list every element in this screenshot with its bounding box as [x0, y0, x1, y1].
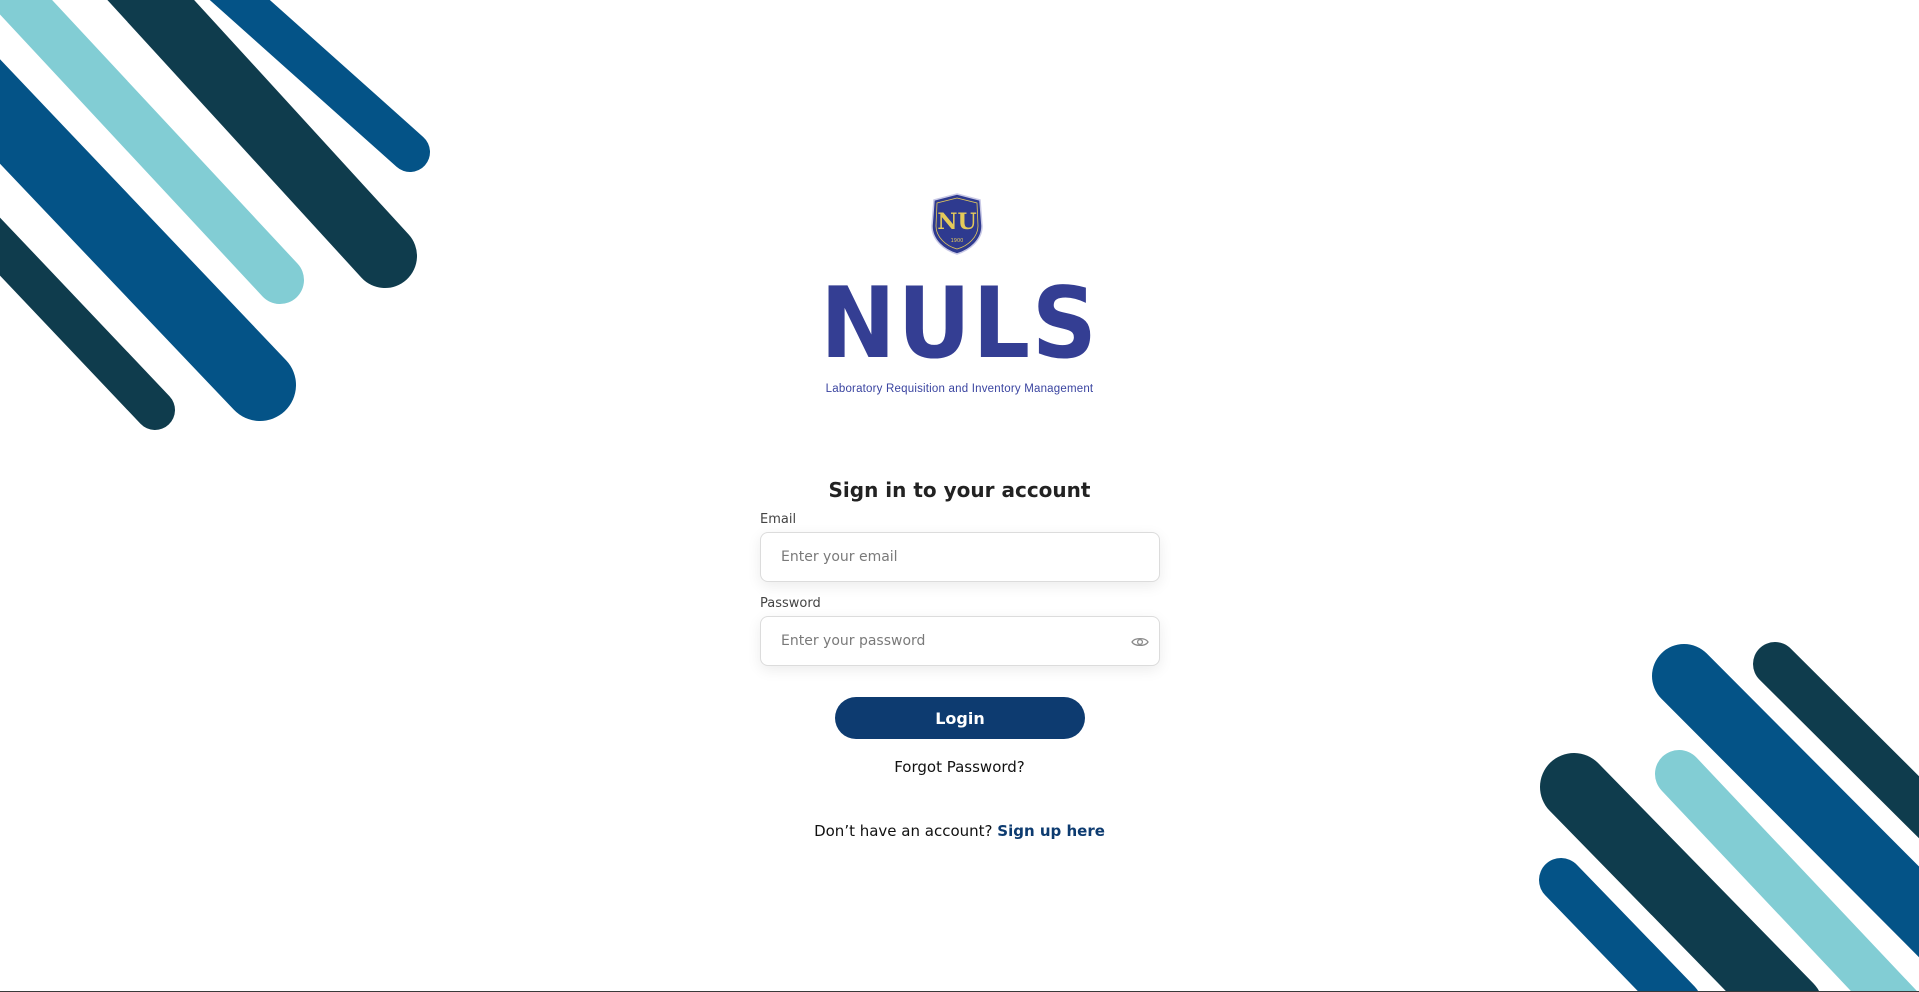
- signup-link[interactable]: Sign up here: [997, 822, 1105, 840]
- password-field[interactable]: [761, 617, 1159, 665]
- brand-subtitle: Laboratory Requisition and Inventory Man…: [825, 383, 1094, 395]
- password-label: Password: [760, 596, 821, 611]
- login-form: Email Password: [760, 512, 1160, 666]
- university-seal-icon: NU 1900: [931, 193, 983, 255]
- password-group: Password: [760, 596, 1160, 666]
- seal-year: 1900: [951, 238, 964, 244]
- brand-title: NULS: [820, 267, 1099, 381]
- decorative-stripes-top-left: [0, 0, 430, 430]
- decorative-stripes-bottom-right: [1539, 642, 1919, 992]
- seal-monogram: NU: [937, 209, 976, 235]
- page-title: Sign in to your account: [828, 478, 1091, 502]
- forgot-password-row: Forgot Password?: [0, 758, 1919, 776]
- eye-icon[interactable]: [1129, 632, 1151, 652]
- login-page: NU 1900 NULS Laboratory Requisition and …: [0, 0, 1919, 992]
- login-button[interactable]: Login: [835, 697, 1085, 739]
- email-field-wrapper: [760, 532, 1160, 582]
- forgot-password-link[interactable]: Forgot Password?: [894, 758, 1025, 776]
- signup-prompt: Don’t have an account?: [814, 822, 998, 840]
- email-field[interactable]: [761, 533, 1159, 581]
- email-group: Email: [760, 512, 1160, 582]
- signup-row: Don’t have an account? Sign up here: [0, 822, 1919, 840]
- email-label: Email: [760, 512, 797, 527]
- password-field-wrapper: [760, 616, 1160, 666]
